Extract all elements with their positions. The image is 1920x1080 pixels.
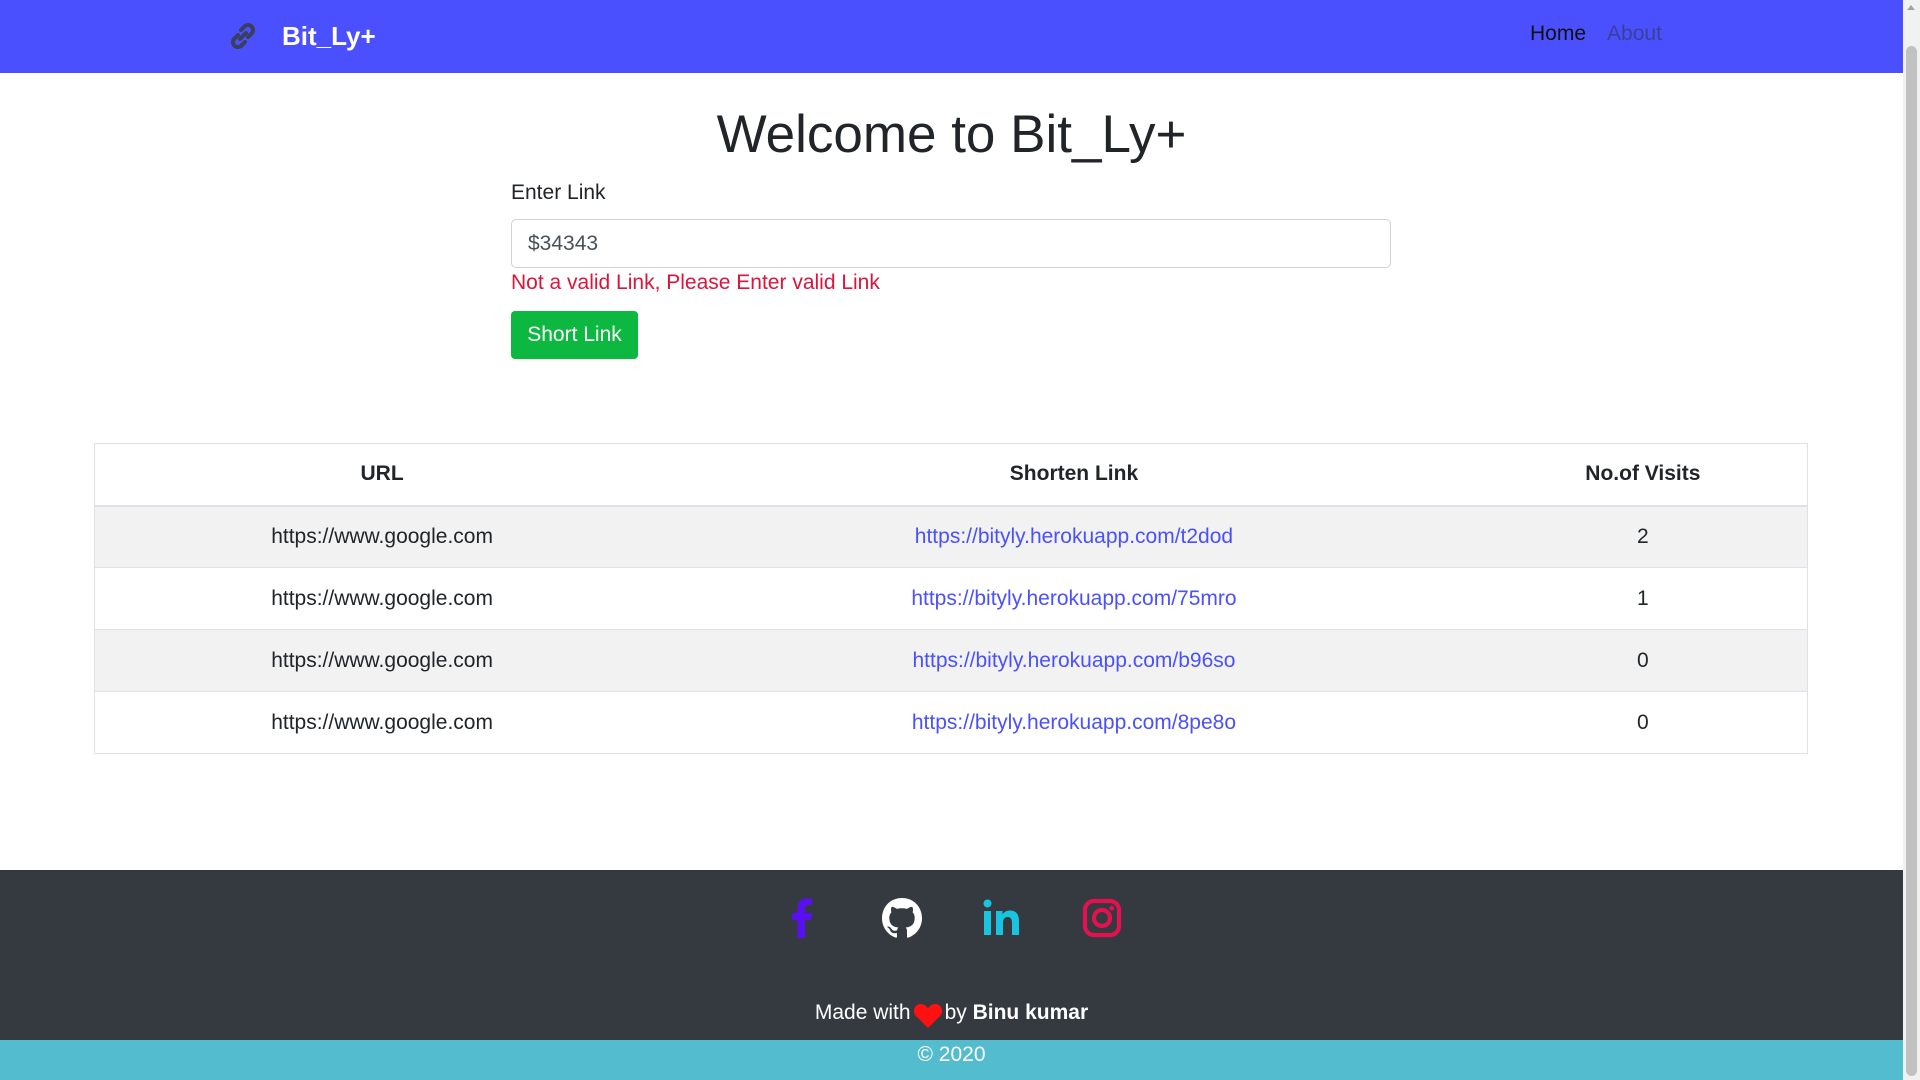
scroll-up-arrow-icon[interactable]	[1907, 5, 1915, 10]
link-input[interactable]	[511, 219, 1391, 268]
by-text: by	[944, 1001, 967, 1024]
footer: Made with by Binu kumar	[0, 870, 1903, 1040]
row-visits: 1	[1478, 567, 1808, 630]
row-short-link-cell: https://bityly.herokuapp.com/b96so	[669, 629, 1479, 692]
brand-name: Bit_Ly+	[282, 20, 376, 51]
page-title: Welcome to Bit_Ly+	[716, 105, 1187, 164]
header-url: URL	[94, 443, 670, 507]
instagram-icon[interactable]	[1078, 894, 1126, 942]
short-link[interactable]: https://bityly.herokuapp.com/b96so	[912, 649, 1235, 672]
link-icon	[226, 19, 260, 53]
navbar: Bit_Ly+ Home About	[0, 0, 1903, 73]
made-with-credit: Made with by Binu kumar	[0, 1001, 1903, 1029]
copyright-text: © 2020	[917, 1043, 986, 1066]
row-url: https://www.google.com	[94, 567, 670, 630]
short-link-button[interactable]: Short Link	[511, 311, 638, 359]
row-short-link-cell: https://bityly.herokuapp.com/t2dod	[669, 505, 1479, 568]
row-visits: 2	[1478, 505, 1808, 568]
table-row: https://www.google.com https://bityly.he…	[94, 629, 1808, 692]
row-url: https://www.google.com	[94, 629, 670, 692]
row-visits: 0	[1478, 691, 1808, 754]
social-links	[0, 894, 1903, 942]
table-row: https://www.google.com https://bityly.he…	[94, 691, 1808, 754]
author-name: Binu kumar	[972, 1001, 1089, 1024]
made-with-text: Made with	[814, 1001, 911, 1024]
row-short-link-cell: https://bityly.herokuapp.com/75mro	[669, 567, 1479, 630]
table-row: https://www.google.com https://bityly.he…	[94, 567, 1808, 630]
nav-home-link[interactable]: Home	[1530, 22, 1586, 46]
scrollbar-thumb[interactable]	[1906, 46, 1917, 1076]
linkedin-icon[interactable]	[978, 894, 1026, 942]
brand[interactable]: Bit_Ly+	[226, 16, 376, 56]
validation-error: Not a valid Link, Please Enter valid Lin…	[511, 271, 880, 294]
short-link[interactable]: https://bityly.herokuapp.com/75mro	[911, 587, 1236, 610]
github-icon[interactable]	[878, 894, 926, 942]
short-link[interactable]: https://bityly.herokuapp.com/t2dod	[915, 525, 1233, 548]
short-link[interactable]: https://bityly.herokuapp.com/8pe8o	[912, 711, 1236, 734]
row-short-link-cell: https://bityly.herokuapp.com/8pe8o	[669, 691, 1479, 754]
heart-icon	[913, 1001, 943, 1029]
link-input-label: Enter Link	[511, 181, 606, 204]
page: Bit_Ly+ Home About Welcome to Bit_Ly+ En…	[0, 0, 1903, 1080]
row-visits: 0	[1478, 629, 1808, 692]
table-row: https://www.google.com https://bityly.he…	[94, 505, 1808, 568]
copyright-bar: © 2020	[0, 1040, 1903, 1080]
row-url: https://www.google.com	[94, 691, 670, 754]
header-shorten-link: Shorten Link	[669, 443, 1479, 507]
links-table: URL Shorten Link No.of Visits https://ww…	[94, 443, 1808, 754]
facebook-icon[interactable]	[778, 894, 826, 942]
nav-about-link[interactable]: About	[1607, 22, 1662, 46]
header-visits: No.of Visits	[1478, 443, 1808, 507]
row-url: https://www.google.com	[94, 505, 670, 568]
table-header-row: URL Shorten Link No.of Visits	[94, 443, 1808, 507]
vertical-scrollbar[interactable]	[1903, 0, 1920, 1080]
nav-links: Home About	[1530, 22, 1662, 46]
